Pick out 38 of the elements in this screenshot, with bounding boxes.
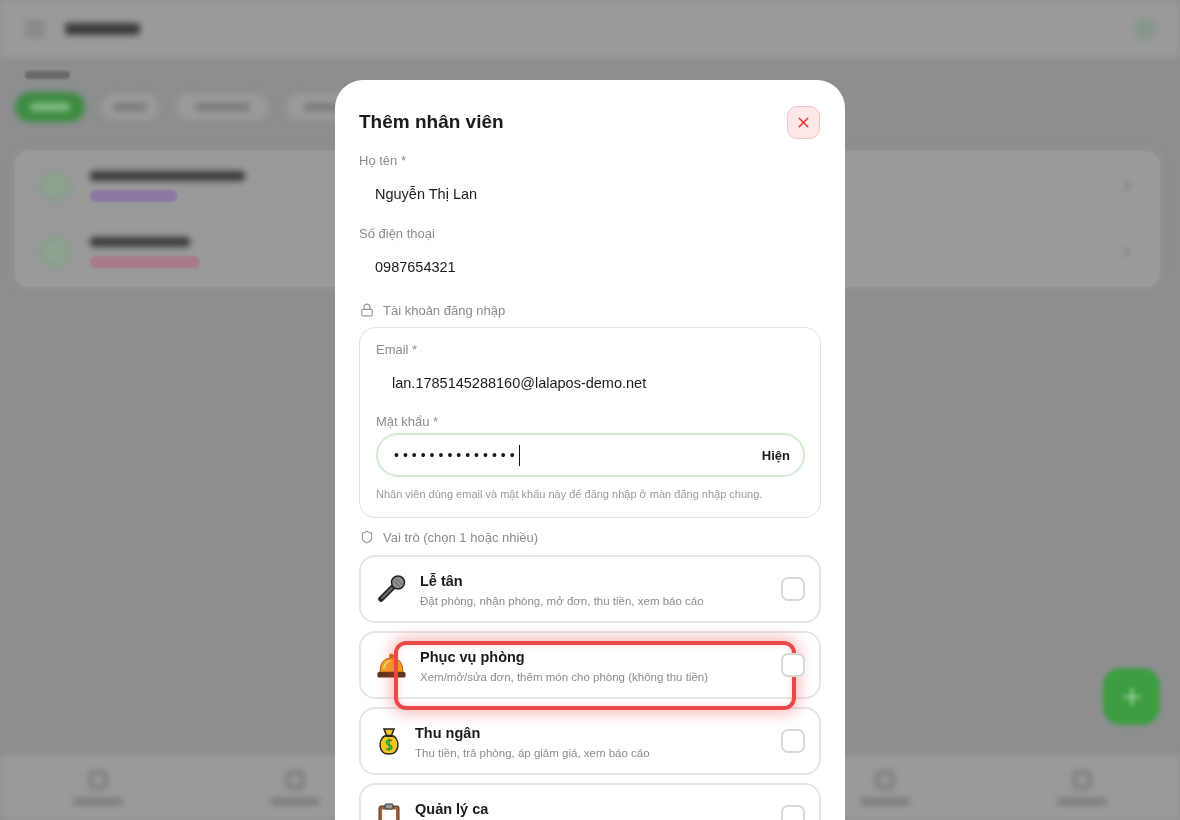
field-label: Số điện thoại [359, 225, 436, 243]
role-title: Thu ngân [415, 725, 482, 741]
password-value: •••••••••••••• [394, 447, 519, 463]
lock-icon [360, 303, 374, 317]
password-field[interactable]: •••••••••••••• Hiện [376, 433, 805, 477]
text-cursor [518, 444, 521, 466]
bell-icon [377, 652, 406, 678]
floating-add-button[interactable] [1103, 668, 1160, 725]
field-label: Email * [376, 341, 419, 359]
role-option[interactable]: Lễ tân Đặt phòng, nhận phòng, mở đơn, thu tiền, xem báo cáo [359, 555, 821, 623]
section-heading: Vai trò (chọn 1 hoặc nhiều) [383, 529, 539, 545]
close-button[interactable] [787, 105, 820, 139]
role-description: Thu tiền, trả phòng, áp giảm giá, xem báo cáo [415, 746, 651, 761]
field-label: Họ tên * [359, 152, 407, 170]
role-description: Xem/mở/sửa đơn, thêm món cho phòng (không thu tiền) [420, 670, 710, 685]
checkbox[interactable] [781, 729, 805, 753]
email-field[interactable]: lan.1785145288160@lalapos-demo.net [376, 361, 805, 405]
role-title: Lễ tân [420, 573, 464, 589]
filter-tab[interactable] [15, 92, 85, 122]
role-option[interactable]: Phục vụ phòng Xem/mở/sửa đơn, thêm món cho phòng (không thu tiền) [359, 631, 821, 699]
role-title: Quản lý ca [415, 801, 490, 817]
input-field[interactable]: Nguyễn Thị Lan [359, 172, 821, 216]
role-option[interactable]: Quản lý ca [359, 783, 821, 820]
field-label: Mật khẩu * [376, 413, 440, 431]
microphone-icon [377, 575, 406, 603]
checkbox[interactable] [781, 577, 805, 601]
money-bag-icon [377, 727, 401, 755]
input-field[interactable]: 0987654321 [359, 245, 821, 289]
checkbox[interactable] [781, 653, 805, 677]
hint-text: Nhân viên dùng email và mật khẩu này để đăng nhập ở màn đăng nhập chung. [376, 487, 764, 502]
role-description: Đặt phòng, nhận phòng, mở đơn, thu tiền, xem báo cáo [420, 594, 705, 609]
show-password-button[interactable]: Hiện [761, 447, 790, 463]
shield-icon [360, 530, 374, 544]
role-option[interactable]: Thu ngân Thu tiền, trả phòng, áp giảm giá, xem báo cáo [359, 707, 821, 775]
dialog-title: Thêm nhân viên [359, 111, 504, 133]
blurred-text [25, 71, 70, 79]
role-title: Phục vụ phòng [420, 649, 526, 665]
section-heading: Tài khoản đăng nhập [383, 302, 506, 318]
